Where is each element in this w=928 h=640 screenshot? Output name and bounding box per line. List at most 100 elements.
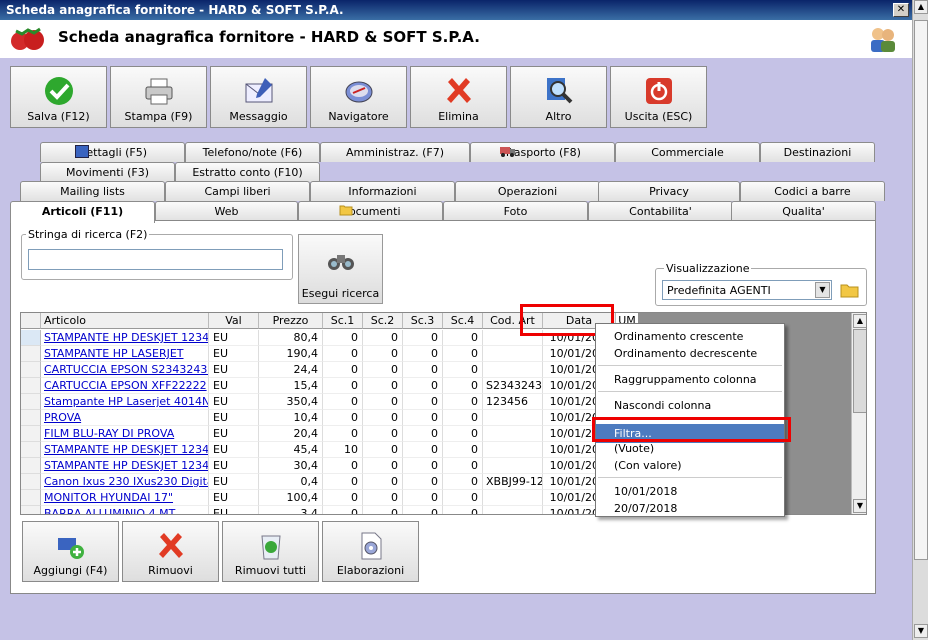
menu-hide-column[interactable]: Nascondi colonna xyxy=(614,399,711,412)
tab-label: Contabilita' xyxy=(629,205,692,218)
menu-sort-ascending[interactable]: Ordinamento crescente xyxy=(614,330,743,343)
toolbar-button-label: Elimina xyxy=(438,110,479,123)
menu-sort-descending[interactable]: Ordinamento decrescente xyxy=(614,347,757,360)
grid-scroll-thumb[interactable] xyxy=(853,329,866,413)
scroll-up-icon[interactable]: ▲ xyxy=(914,0,928,14)
scroll-down-icon[interactable]: ▼ xyxy=(914,624,928,638)
row-indicator[interactable] xyxy=(21,394,41,410)
tab-row3-6[interactable]: Codici a barre xyxy=(740,181,885,201)
grid-header-prezzo[interactable]: Prezzo xyxy=(259,313,323,329)
menu-filter-empty[interactable]: (Vuote) xyxy=(614,442,654,455)
search-button[interactable]: Esegui ricerca xyxy=(298,234,383,304)
toolbar-button-5[interactable]: Elimina xyxy=(410,66,507,128)
article-link[interactable]: CARTUCCIA EPSON S23432432 xyxy=(41,362,209,378)
scroll-up-icon[interactable]: ▲ xyxy=(853,314,866,328)
menu-group-column[interactable]: Raggruppamento colonna xyxy=(614,373,757,386)
row-indicator[interactable] xyxy=(21,330,41,346)
chevron-down-icon[interactable]: ▼ xyxy=(815,282,830,298)
tab-row1-6[interactable]: Destinazioni xyxy=(760,142,875,162)
article-link[interactable]: MONITOR HYUNDAI 17" xyxy=(41,490,209,506)
row-indicator[interactable] xyxy=(21,362,41,378)
tab-row1-3[interactable]: Amministraz. (F7) xyxy=(320,142,470,162)
tab-row2-2[interactable]: Estratto conto (F10) xyxy=(175,162,320,182)
close-icon[interactable]: ✕ xyxy=(893,3,909,17)
article-link[interactable]: Canon Ixus 230 IXus230 Digita... xyxy=(41,474,209,490)
tab-row4-1[interactable]: Articoli (F11) xyxy=(10,201,155,223)
menu-filter-with-value[interactable]: (Con valore) xyxy=(614,459,682,472)
tab-row4-4[interactable]: Foto xyxy=(443,201,588,221)
tab-label: Mailing lists xyxy=(60,185,125,198)
scroll-down-icon[interactable]: ▼ xyxy=(853,499,866,513)
grid-cell: 0 xyxy=(443,410,483,426)
toolbar-button-3[interactable]: Messaggio xyxy=(210,66,307,128)
row-indicator[interactable] xyxy=(21,490,41,506)
grid-header-articolo[interactable]: Articolo xyxy=(41,313,209,329)
toolbar-button-1[interactable]: Salva (F12) xyxy=(10,66,107,128)
tab-row1-2[interactable]: Telefono/note (F6) xyxy=(185,142,320,162)
bottom-button-2[interactable]: Rimuovi xyxy=(122,521,219,582)
row-indicator[interactable] xyxy=(21,474,41,490)
bottom-button-3[interactable]: Rimuovi tutti xyxy=(222,521,319,582)
article-link[interactable]: STAMPANTE HP DESKJET 1234 xyxy=(41,330,209,346)
article-link[interactable]: CARTUCCIA EPSON XFF22222 xyxy=(41,378,209,394)
view-select[interactable]: Predefinita AGENTI ▼ xyxy=(662,280,832,300)
grid-header-sc-1[interactable]: Sc.1 xyxy=(323,313,363,329)
row-indicator[interactable] xyxy=(21,410,41,426)
users-icon[interactable] xyxy=(868,25,898,53)
grid-header-sc-3[interactable]: Sc.3 xyxy=(403,313,443,329)
toolbar-button-7[interactable]: Uscita (ESC) xyxy=(610,66,707,128)
tab-row3-3[interactable]: Informazioni xyxy=(310,181,455,201)
article-link[interactable]: FILM BLU-RAY DI PROVA xyxy=(41,426,209,442)
article-link[interactable]: STAMPANTE HP DESKJET 1234 xyxy=(41,458,209,474)
grid-cell: 0 xyxy=(443,394,483,410)
toolbar-button-2[interactable]: Stampa (F9) xyxy=(110,66,207,128)
tab-row2-1[interactable]: Movimenti (F3) xyxy=(40,162,175,182)
tab-row4-6[interactable]: Qualita' xyxy=(731,201,876,221)
tab-row3-1[interactable]: Mailing lists xyxy=(20,181,165,201)
tab-row1-5[interactable]: Commerciale xyxy=(615,142,760,162)
grid-cell: EU xyxy=(209,426,259,442)
tab-row4-3[interactable]: Documenti xyxy=(298,201,443,221)
article-link[interactable]: PROVA xyxy=(41,410,209,426)
folder-icon[interactable] xyxy=(839,279,860,300)
grid-cell: 0 xyxy=(443,330,483,346)
tab-row1-1[interactable]: Dettagli (F5) xyxy=(40,142,185,162)
bottom-button-4[interactable]: Elaborazioni xyxy=(322,521,419,582)
toolbar-button-4[interactable]: Navigatore xyxy=(310,66,407,128)
menu-filter-date-2[interactable]: 20/07/2018 xyxy=(614,502,677,515)
red-x-icon xyxy=(443,75,475,107)
row-indicator[interactable] xyxy=(21,442,41,458)
grid-cell: 0 xyxy=(403,506,443,514)
menu-filter-date-1[interactable]: 10/01/2018 xyxy=(614,485,677,498)
article-link[interactable]: Stampante HP Laserjet 4014N xyxy=(41,394,209,410)
tab-row3-2[interactable]: Campi liberi xyxy=(165,181,310,201)
grid-cell xyxy=(483,426,543,442)
article-link[interactable]: STAMPANTE HP DESKJET 1234 xyxy=(41,442,209,458)
grid-cell: 0 xyxy=(363,490,403,506)
grid-header-val[interactable]: Val xyxy=(209,313,259,329)
row-indicator[interactable] xyxy=(21,458,41,474)
row-indicator[interactable] xyxy=(21,378,41,394)
row-indicator[interactable] xyxy=(21,426,41,442)
window-scrollbar[interactable]: ▲ ▼ xyxy=(912,0,928,640)
row-indicator[interactable] xyxy=(21,506,41,514)
tab-row3-5[interactable]: Privacy xyxy=(598,181,740,201)
grid-header-sc-4[interactable]: Sc.4 xyxy=(443,313,483,329)
tab-row4-5[interactable]: Contabilita' xyxy=(588,201,733,221)
tab-row3-4[interactable]: Operazioni xyxy=(455,181,600,201)
grid-cell: 0 xyxy=(443,442,483,458)
article-link[interactable]: STAMPANTE HP LASERJET xyxy=(41,346,209,362)
grid-cell: 0 xyxy=(323,458,363,474)
tab-row4-2[interactable]: Web xyxy=(155,201,298,221)
article-link[interactable]: BARRA ALLUMINIO 4 MT xyxy=(41,506,209,514)
row-indicator[interactable] xyxy=(21,346,41,362)
tab-label: Articoli (F11) xyxy=(41,205,124,218)
grid-scrollbar[interactable]: ▲ ▼ xyxy=(851,313,866,514)
scroll-thumb[interactable] xyxy=(914,20,928,560)
search-input[interactable] xyxy=(28,249,283,270)
bottom-button-1[interactable]: Aggiungi (F4) xyxy=(22,521,119,582)
grid-header-sc-2[interactable]: Sc.2 xyxy=(363,313,403,329)
tab-row1-4[interactable]: Trasporto (F8) xyxy=(470,142,615,162)
toolbar-button-6[interactable]: Altro xyxy=(510,66,607,128)
tab-label: Operazioni xyxy=(497,185,558,198)
